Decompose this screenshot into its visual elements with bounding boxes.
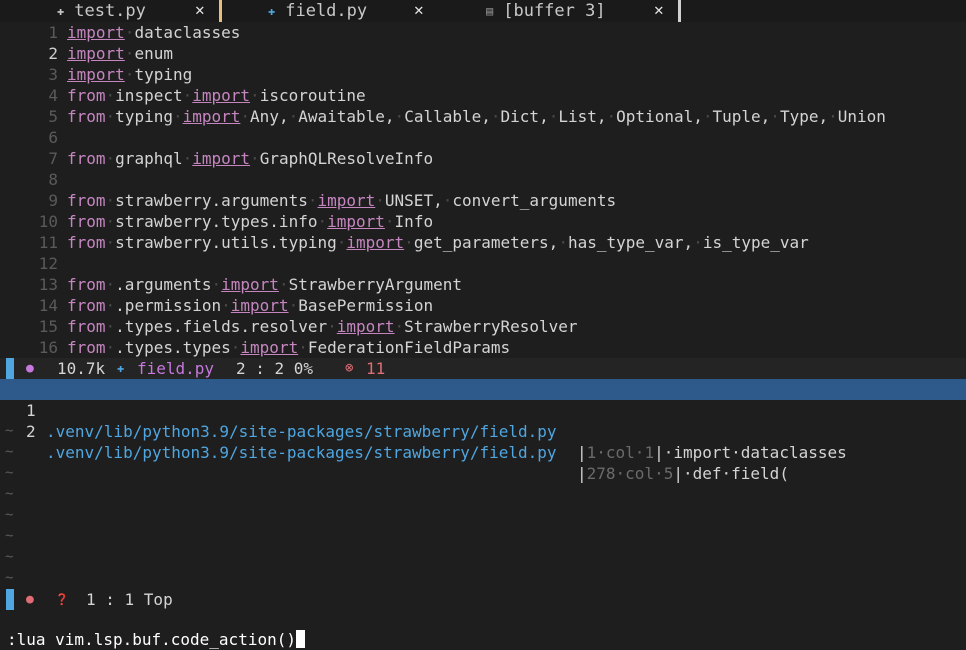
code-line[interactable]: 11 from·strawberry.utils.typing·import·ge… (0, 232, 966, 253)
code-line[interactable]: 1 import·dataclasses (0, 22, 966, 43)
line-number: 16 (38, 338, 58, 357)
code-text: from·strawberry.arguments·import·UNSET,·… (67, 191, 617, 210)
command-line[interactable]: :lua vim.lsp.buf.code_action() (0, 610, 966, 649)
code-line[interactable]: 5 from·typing·import·Any,·Awaitable,·Call… (0, 106, 966, 127)
empty-line-marker: ~ (5, 570, 14, 586)
cursor-position: 1 : 1 Top (86, 590, 173, 609)
line-number: 14 (38, 296, 58, 315)
code-text: import·typing (67, 65, 193, 84)
line-number: 3 (48, 65, 58, 84)
python-file-icon: ✚ (117, 361, 125, 375)
code-text: from·inspect·import·iscoroutine (67, 86, 366, 105)
line-number: 12 (38, 254, 58, 273)
code-line[interactable]: 7 from·graphql·import·GraphQLResolveInfo (0, 148, 966, 169)
close-icon[interactable]: ✕ (195, 0, 205, 19)
tab-label: field.py (285, 1, 368, 21)
code-line[interactable]: 6 (0, 127, 966, 148)
quickfix-location: |1·col·1|·import·dataclasses (577, 443, 847, 462)
close-icon[interactable]: ✕ (414, 0, 424, 19)
quickfix-path: .venv/lib/python3.9/site-packages/strawb… (46, 422, 557, 441)
quickfix-line-number: 2 (26, 422, 36, 441)
code-line[interactable]: 9 from·strawberry.arguments·import·UNSET,… (0, 190, 966, 211)
tab-field-py[interactable]: ✚ field.py ✕ (268, 0, 424, 22)
line-number: 2 (48, 44, 58, 63)
tab-buffer-3[interactable]: ▤ [buffer 3] ✕ (486, 0, 664, 22)
empty-line-marker: ~ (0, 463, 966, 484)
tabline: ✚ test.py ✕ ✚ field.py ✕ ▤ [buffer 3] ✕ (0, 0, 966, 22)
quickfix-path: .venv/lib/python3.9/site-packages/strawb… (46, 443, 557, 462)
error-icon: ⊗ (345, 360, 354, 376)
code-line[interactable]: 14 from·.permission·import·BasePermission (0, 295, 966, 316)
code-line[interactable]: 4 from·inspect·import·iscoroutine (0, 85, 966, 106)
status-dot-icon: ● (26, 592, 34, 607)
mode-indicator (6, 589, 14, 610)
active-tab-indicator (219, 0, 222, 22)
empty-line-marker: ~ (5, 549, 14, 565)
code-text: from·strawberry.utils.typing·import·get_… (67, 233, 809, 252)
code-text: from·typing·import·Any,·Awaitable,·Calla… (67, 107, 886, 126)
text-file-icon: ▤ (486, 4, 494, 18)
status-filename: field.py (137, 359, 215, 378)
line-number: 13 (38, 275, 58, 294)
tab-label: [buffer 3] (503, 1, 606, 21)
cursor (295, 630, 305, 648)
help-icon: ❓ (55, 593, 69, 606)
code-line[interactable]: 13 from·.arguments·import·StrawberryArgum… (0, 274, 966, 295)
code-line[interactable]: 3 import·typing (0, 64, 966, 85)
quickfix-item[interactable]: 1 .venv/lib/python3.9/site-packages/stra… (0, 379, 966, 462)
quickfix-item[interactable]: 2 .venv/lib/python3.9/site-packages/stra… (0, 400, 966, 483)
code-text: import·enum (67, 44, 173, 63)
tab-label: test.py (74, 1, 146, 21)
line-number: 5 (48, 107, 58, 126)
line-number: 15 (38, 317, 58, 336)
error-count: 11 (366, 359, 386, 378)
code-line[interactable]: 2 import·enum (0, 43, 966, 64)
code-line[interactable]: 12 (0, 253, 966, 274)
mode-indicator (6, 358, 14, 379)
tab-test-py[interactable]: ✚ test.py ✕ (57, 0, 205, 22)
code-text: from·.arguments·import·StrawberryArgumen… (67, 275, 462, 294)
code-editor[interactable]: 1 import·dataclasses 2 import·enum 3 import·t… (0, 22, 966, 358)
code-text: from·graphql·import·GraphQLResolveInfo (67, 149, 434, 168)
code-text: from·.types.types·import·FederationField… (67, 338, 511, 357)
file-size: 10.7k (57, 359, 106, 378)
line-number: 9 (48, 191, 58, 210)
code-text: from·strawberry.types.info·import·Info (67, 212, 434, 231)
empty-line-marker: ~ (5, 507, 14, 523)
command-text: :lua vim.lsp.buf.code_action() (7, 630, 296, 649)
close-icon[interactable]: ✕ (654, 0, 664, 19)
code-text: from·.permission·import·BasePermission (67, 296, 434, 315)
tab-end-marker (678, 0, 681, 22)
modified-indicator-icon: ● (26, 361, 34, 376)
line-number: 1 (48, 23, 58, 42)
code-text: import·dataclasses (67, 23, 241, 42)
empty-line-marker: ~ (5, 486, 14, 502)
quickfix-list: 1 .venv/lib/python3.9/site-packages/stra… (0, 379, 966, 589)
code-text: from·.types.fields.resolver·import·Straw… (67, 317, 578, 336)
python-file-icon: ✚ (57, 4, 65, 18)
statusline-quickfix: ● ❓ 1 : 1 Top (0, 589, 966, 610)
code-line[interactable]: 8 (0, 169, 966, 190)
line-number: 6 (48, 128, 58, 147)
quickfix-location: |278·col·5|·def·field( (577, 464, 789, 483)
line-number: 10 (38, 212, 58, 231)
line-number: 11 (38, 233, 58, 252)
cursor-position: 2 : 2 0% (236, 359, 314, 378)
line-number: 4 (48, 86, 58, 105)
python-file-icon: ✚ (268, 4, 276, 18)
code-line[interactable]: 10 from·strawberry.types.info·import·Info (0, 211, 966, 232)
statusline-main: ● 10.7k ✚ field.py 2 : 2 0% ⊗ 11 (0, 358, 966, 379)
code-line[interactable]: 15 from·.types.fields.resolver·import·Str… (0, 316, 966, 337)
code-line[interactable]: 16 from·.types.types·import·FederationFie… (0, 337, 966, 358)
empty-line-marker: ~ (5, 528, 14, 544)
line-number: 8 (48, 170, 58, 189)
line-number: 7 (48, 149, 58, 168)
